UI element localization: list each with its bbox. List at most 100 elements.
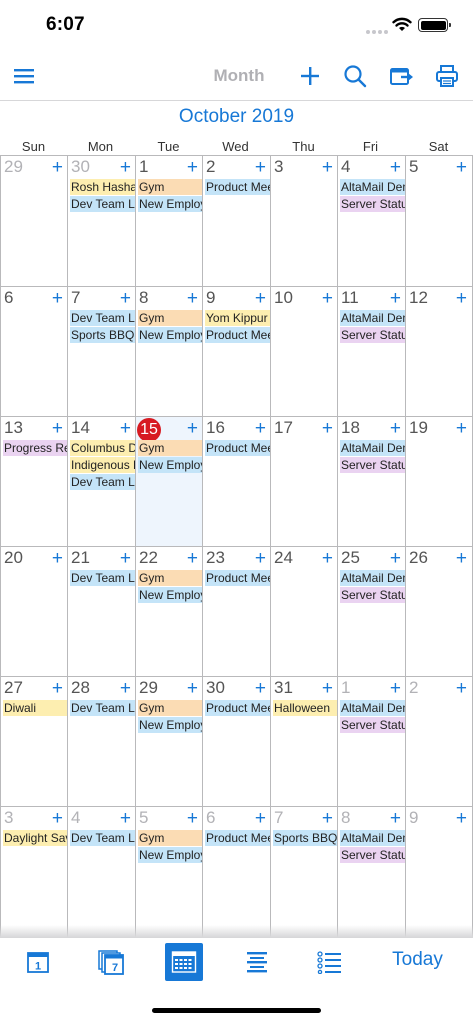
add-event-plus-icon[interactable]: +: [322, 548, 333, 570]
day-cell[interactable]: 4 +AltaMail DemoServer Status: [337, 155, 406, 287]
day-cell[interactable]: 5 +: [405, 155, 473, 287]
add-event-plus-icon[interactable]: +: [52, 808, 63, 830]
event-chip[interactable]: Product Meeting: [205, 830, 270, 846]
list-view-icon[interactable]: [309, 943, 349, 981]
day-cell[interactable]: 14 +Columbus DayIndigenous PeoplesDev Tea…: [67, 416, 136, 547]
event-chip[interactable]: Server Status: [340, 587, 405, 603]
day-cell[interactable]: 12 +: [405, 286, 473, 417]
add-event-plus-icon[interactable]: +: [322, 808, 333, 830]
add-event-plus-icon[interactable]: +: [187, 288, 198, 310]
add-event-plus-icon[interactable]: +: [52, 678, 63, 700]
event-chip[interactable]: Server Status: [340, 327, 405, 343]
add-event-plus-icon[interactable]: +: [390, 548, 401, 570]
event-chip[interactable]: AltaMail Demo: [340, 440, 405, 456]
day-cell[interactable]: 15 +GymNew Employee: [135, 416, 203, 547]
search-icon[interactable]: [338, 56, 372, 96]
event-chip[interactable]: AltaMail Demo: [340, 310, 405, 326]
add-event-plus-icon[interactable]: +: [456, 548, 467, 570]
add-event-plus-icon[interactable]: +: [456, 157, 467, 179]
event-chip[interactable]: Yom Kippur: [205, 310, 270, 326]
event-chip[interactable]: Diwali: [3, 700, 67, 716]
event-chip[interactable]: Sports BBQ: [70, 327, 135, 343]
add-event-plus-icon[interactable]: +: [187, 678, 198, 700]
day-cell[interactable]: 16 +Product Meeting: [202, 416, 271, 547]
event-chip[interactable]: Dev Team Lunch: [70, 700, 135, 716]
event-chip[interactable]: Rosh Hashana: [70, 179, 135, 195]
add-event-plus-icon[interactable]: +: [390, 808, 401, 830]
day-cell[interactable]: 18 +AltaMail DemoServer Status: [337, 416, 406, 547]
event-chip[interactable]: Product Meeting: [205, 700, 270, 716]
event-chip[interactable]: Gym: [138, 700, 202, 716]
event-chip[interactable]: New Employee: [138, 717, 202, 733]
add-event-plus-icon[interactable]: +: [255, 548, 266, 570]
event-chip[interactable]: Product Meeting: [205, 570, 270, 586]
event-chip[interactable]: Server Status: [340, 196, 405, 212]
day-cell[interactable]: 31 + Halloween: [270, 676, 338, 807]
menu-icon[interactable]: [8, 56, 40, 96]
event-chip[interactable]: New Employee: [138, 847, 202, 863]
event-chip[interactable]: Gym: [138, 830, 202, 846]
day-cell[interactable]: 28 +Dev Team Lunch: [67, 676, 136, 807]
week-view-icon[interactable]: 7: [90, 943, 132, 981]
day-cell[interactable]: 19 +: [405, 416, 473, 547]
add-event-plus-icon[interactable]: +: [120, 808, 131, 830]
day-cell[interactable]: 30 +Product Meeting: [202, 676, 271, 807]
event-chip[interactable]: Server Status: [340, 457, 405, 473]
add-event-plus-icon[interactable]: +: [255, 678, 266, 700]
day-cell[interactable]: 5 +GymNew Employee: [135, 806, 203, 937]
month-view-icon[interactable]: [165, 943, 203, 981]
event-chip[interactable]: Product Meeting: [205, 440, 270, 456]
event-chip[interactable]: AltaMail Demo: [340, 179, 405, 195]
add-event-plus-icon[interactable]: +: [255, 157, 266, 179]
add-event-plus-icon[interactable]: +: [120, 548, 131, 570]
today-button[interactable]: Today: [380, 949, 455, 971]
event-chip[interactable]: AltaMail Demo: [340, 700, 405, 716]
add-event-plus-icon[interactable]: +: [456, 808, 467, 830]
day-cell[interactable]: 8 +GymNew Employee: [135, 286, 203, 417]
day-cell[interactable]: 22 +GymNew Employee: [135, 546, 203, 677]
day-cell[interactable]: 7 +Dev Team LunchSports BBQ: [67, 286, 136, 417]
event-chip[interactable]: Columbus Day: [70, 440, 135, 456]
add-event-plus-icon[interactable]: +: [255, 288, 266, 310]
day-cell[interactable]: 3 +: [270, 155, 338, 287]
day-cell[interactable]: 13 +Progress Report: [0, 416, 68, 547]
event-chip[interactable]: Dev Team Lunch: [70, 196, 135, 212]
day-cell[interactable]: 1 +GymNew Employee: [135, 155, 203, 287]
day-cell[interactable]: 7 + Sports BBQ: [270, 806, 338, 937]
add-event-plus-icon[interactable]: +: [390, 288, 401, 310]
day-cell[interactable]: 6 +: [0, 286, 68, 417]
event-chip[interactable]: New Employee: [138, 327, 202, 343]
add-event-plus-icon[interactable]: +: [390, 418, 401, 440]
add-event-icon[interactable]: [294, 56, 326, 96]
add-event-plus-icon[interactable]: +: [390, 157, 401, 179]
day-cell[interactable]: 23 +Product Meeting: [202, 546, 271, 677]
event-chip[interactable]: Dev Team Lunch: [70, 570, 135, 586]
add-event-plus-icon[interactable]: +: [187, 808, 198, 830]
day-cell[interactable]: 10 +: [270, 286, 338, 417]
add-event-plus-icon[interactable]: +: [52, 418, 63, 440]
day-cell[interactable]: 1 +AltaMail DemoServer Status: [337, 676, 406, 807]
add-event-plus-icon[interactable]: +: [322, 288, 333, 310]
day-cell[interactable]: 21 +Dev Team Lunch: [67, 546, 136, 677]
event-chip[interactable]: Gym: [138, 179, 202, 195]
add-event-plus-icon[interactable]: +: [187, 418, 198, 440]
event-chip[interactable]: Dev Team Lunch: [70, 310, 135, 326]
print-icon[interactable]: [430, 56, 464, 96]
add-event-plus-icon[interactable]: +: [255, 418, 266, 440]
add-event-plus-icon[interactable]: +: [187, 157, 198, 179]
day-cell[interactable]: 11 +AltaMail DemoServer Status: [337, 286, 406, 417]
day-view-icon[interactable]: 1: [18, 943, 58, 981]
day-cell[interactable]: 20 +: [0, 546, 68, 677]
day-cell[interactable]: 29 +: [0, 155, 68, 287]
event-chip[interactable]: Gym: [138, 440, 202, 456]
add-event-plus-icon[interactable]: +: [52, 157, 63, 179]
day-cell[interactable]: 24 +: [270, 546, 338, 677]
add-event-plus-icon[interactable]: +: [120, 418, 131, 440]
day-cell[interactable]: 30 +Rosh HashanaDev Team Lunch: [67, 155, 136, 287]
day-cell[interactable]: 3 +Daylight Saving: [0, 806, 68, 937]
day-cell[interactable]: 26 +: [405, 546, 473, 677]
day-cell[interactable]: 9 +: [405, 806, 473, 937]
add-event-plus-icon[interactable]: +: [322, 678, 333, 700]
add-event-plus-icon[interactable]: +: [187, 548, 198, 570]
day-cell[interactable]: 8 +AltaMail DemoServer Status: [337, 806, 406, 937]
